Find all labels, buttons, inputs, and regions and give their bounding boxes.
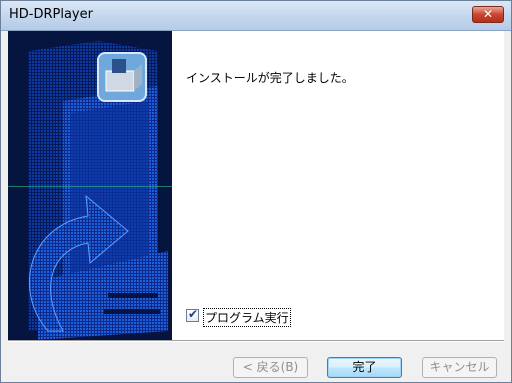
close-icon: ✕ (482, 7, 494, 21)
run-program-checkbox[interactable]: ✔ (186, 307, 199, 322)
completion-message: インストールが完了しました。 (186, 71, 354, 85)
back-button[interactable]: < 戻る(B) (233, 357, 308, 378)
check-icon: ✔ (188, 307, 199, 321)
banner-art (8, 31, 172, 340)
window-title: HD-DRPlayer (9, 7, 93, 22)
finish-button[interactable]: 完了 (327, 357, 402, 378)
run-program-label[interactable]: プログラム実行 (203, 308, 291, 327)
installer-window: HD-DRPlayer ✕ インストールが完了しました。 ✔ プログラム実行 <… (0, 0, 512, 383)
close-button[interactable]: ✕ (472, 6, 504, 23)
cancel-button[interactable]: キャンセル (422, 357, 497, 378)
button-separator (8, 340, 504, 342)
wizard-banner (8, 31, 172, 340)
wizard-content: インストールが完了しました。 ✔ プログラム実行 (172, 31, 504, 340)
title-bar[interactable]: HD-DRPlayer ✕ (1, 1, 511, 31)
installer-box-icon (97, 52, 147, 102)
